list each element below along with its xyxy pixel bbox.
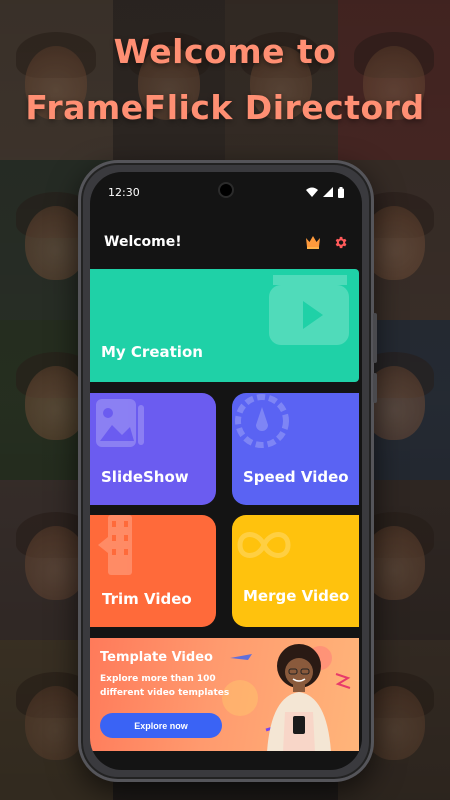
slideshow-label: SlideShow — [101, 468, 189, 486]
phone-frame: 12:30 Welcome! My Creation SlideShow Spe… — [78, 160, 377, 782]
template-video-title: Template Video — [100, 650, 213, 665]
status-icons — [306, 186, 344, 198]
promo-headline: Welcome to FrameFlick Directord — [0, 24, 450, 136]
merge-video-label: Merge Video — [243, 587, 350, 605]
video-clip-icon — [269, 275, 349, 345]
smiling-person-illustration — [267, 644, 331, 751]
speed-video-card[interactable]: Speed Video — [232, 393, 359, 505]
speedometer-icon — [235, 394, 289, 448]
image-gallery-icon — [96, 399, 144, 447]
explore-now-button[interactable]: Explore now — [100, 713, 222, 738]
template-video-banner[interactable]: Template Video Explore more than 100 dif… — [90, 638, 359, 751]
template-video-subtitle: Explore more than 100 different video te… — [100, 674, 230, 698]
trim-video-label: Trim Video — [102, 590, 192, 608]
phone-screen: 12:30 Welcome! My Creation SlideShow Spe… — [90, 172, 362, 770]
phone-side-button — [373, 313, 377, 363]
slideshow-card[interactable]: SlideShow — [90, 393, 216, 505]
trim-video-card[interactable]: Trim Video — [90, 515, 216, 627]
app-title: Welcome! — [104, 234, 182, 250]
crown-icon[interactable] — [305, 235, 321, 249]
status-time: 12:30 — [108, 185, 140, 199]
app-header: Welcome! — [90, 224, 362, 260]
headline-line-1: Welcome to — [113, 32, 337, 71]
gear-icon[interactable] — [333, 235, 348, 250]
wifi-icon — [306, 187, 318, 197]
battery-icon — [338, 186, 344, 198]
film-strip-icon — [98, 515, 132, 575]
header-icons — [305, 235, 348, 250]
merge-video-card[interactable]: Merge Video — [232, 515, 359, 627]
infinity-merge-icon — [237, 532, 291, 558]
my-creation-card[interactable]: My Creation — [90, 269, 359, 382]
my-creation-label: My Creation — [101, 343, 203, 361]
speed-video-label: Speed Video — [243, 468, 349, 486]
signal-icon — [323, 187, 333, 197]
phone-side-button — [373, 373, 377, 403]
front-camera — [218, 182, 234, 198]
headline-line-2: FrameFlick Directord — [25, 88, 425, 127]
